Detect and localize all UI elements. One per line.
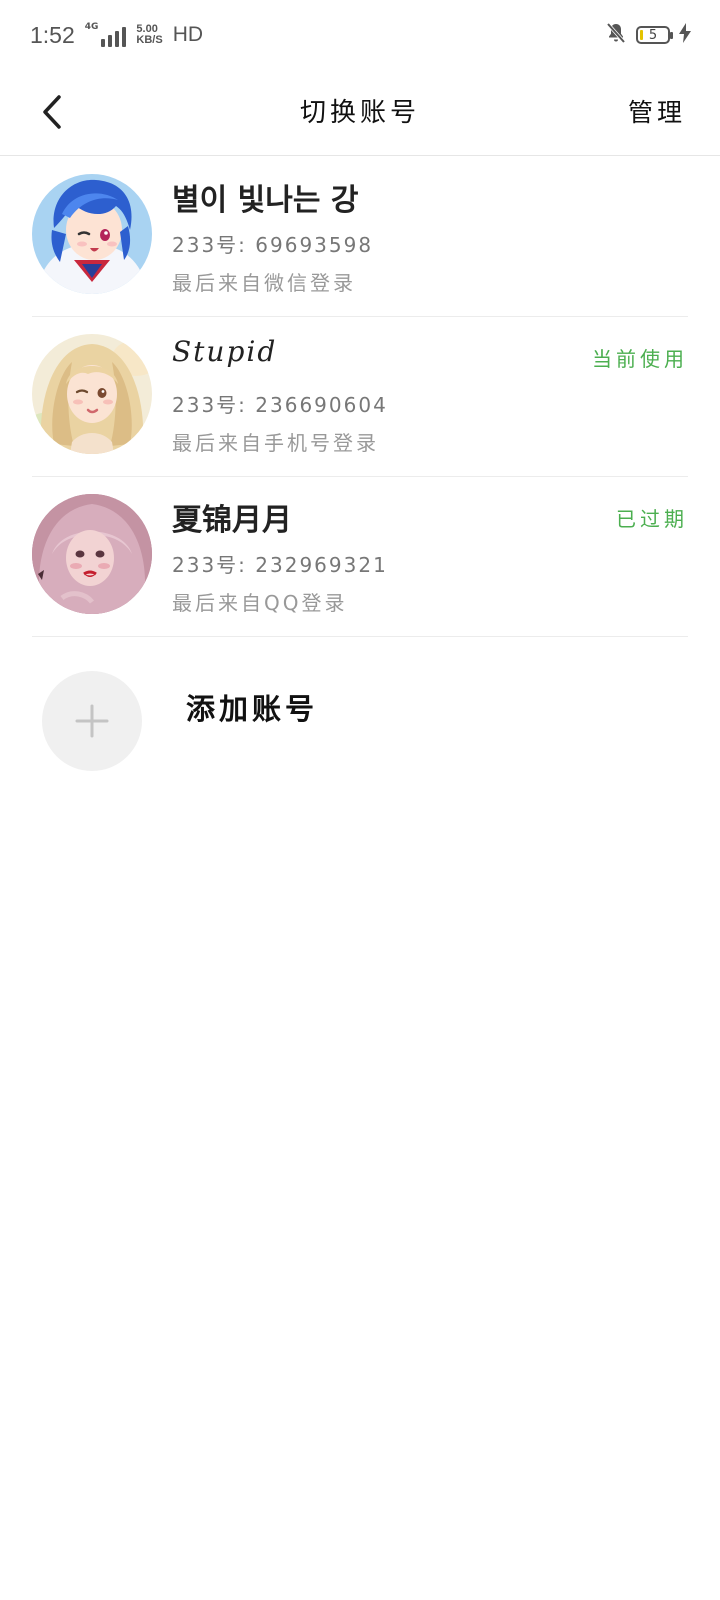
account-id: 233号: 232969321 (172, 553, 388, 577)
status-right: 5 (604, 21, 692, 49)
account-item[interactable]: 별이 빛나는 강 233号: 69693598 最后来自微信登录 (32, 157, 688, 317)
signal-icon: 4G (85, 23, 127, 47)
account-name: 夏锦月月 (172, 503, 292, 538)
status-left: 1:52 4G 5.00 KB/S HD (30, 22, 203, 49)
status-badge: 已过期 (616, 507, 688, 531)
account-item[interactable]: 夏锦月月 已过期 233号: 232969321 最后来自QQ登录 (32, 477, 688, 637)
account-name: Stupid (172, 335, 278, 368)
status-time: 1:52 (30, 21, 75, 48)
avatar (32, 174, 152, 294)
battery-level: 5 (648, 27, 658, 43)
account-name: 별이 빛나는 강 (172, 183, 359, 218)
account-list: 별이 빛나는 강 233号: 69693598 最后来自微信登录 Stupid … (32, 157, 688, 637)
avatar (32, 494, 152, 614)
network-speed: 5.00 KB/S (136, 24, 162, 46)
hd-indicator: HD (172, 23, 204, 46)
account-last-login: 最后来自手机号登录 (172, 431, 379, 455)
account-last-login: 最后来自QQ登录 (172, 591, 348, 615)
add-account-circle[interactable] (42, 671, 142, 771)
network-speed-unit: KB/S (136, 34, 163, 46)
network-generation: 4G (84, 22, 99, 32)
bell-off-icon (604, 21, 628, 49)
charging-icon (678, 23, 692, 47)
account-last-login: 最后来自微信登录 (172, 271, 356, 295)
battery-icon: 5 (636, 26, 673, 44)
page-title: 切换账号 (299, 98, 420, 128)
back-button[interactable] (30, 84, 74, 140)
status-bar: 1:52 4G 5.00 KB/S HD 5 (0, 0, 720, 70)
account-item[interactable]: Stupid 当前使用 233号: 236690604 最后来自手机号登录 (32, 317, 688, 477)
add-account-label[interactable]: 添加账号 (186, 686, 318, 728)
account-id: 233号: 69693598 (172, 233, 374, 257)
plus-icon (75, 704, 109, 738)
account-id: 233号: 236690604 (172, 393, 388, 417)
avatar (32, 334, 152, 454)
chevron-left-icon (43, 95, 61, 129)
nav-bar: 切换账号 管理 (0, 70, 720, 156)
manage-button[interactable]: 管理 (628, 70, 686, 156)
status-badge: 当前使用 (592, 347, 688, 371)
add-account-button[interactable]: 添加账号 (32, 656, 688, 776)
